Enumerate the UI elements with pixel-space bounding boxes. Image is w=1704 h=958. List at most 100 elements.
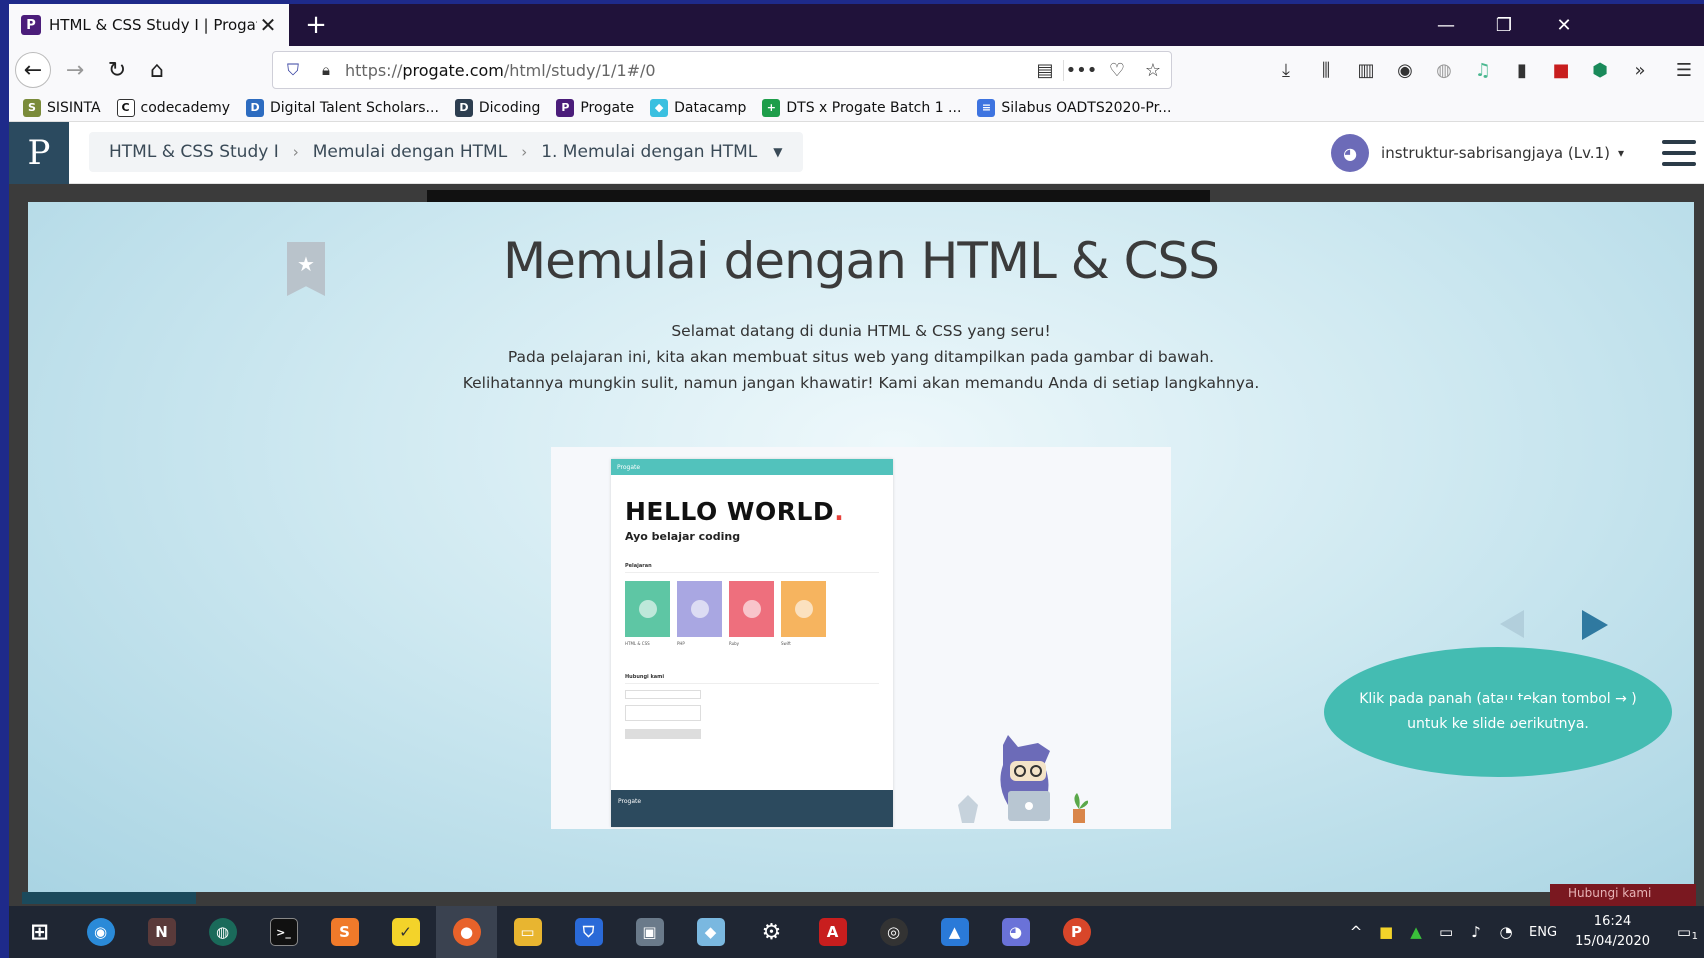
url-text[interactable]: https://progate.com/html/study/1/1#/0 <box>339 61 1027 80</box>
tab-strip: P HTML & CSS Study I | Progate - ✕ + — ❐… <box>9 4 1704 46</box>
language-indicator[interactable]: ENG <box>1529 925 1557 940</box>
breadcrumb-lesson[interactable]: 1. Memulai dengan HTML <box>541 142 757 162</box>
extension-icon[interactable]: ▮ <box>1507 56 1537 84</box>
sidebar-icon[interactable]: ▥ <box>1351 56 1381 84</box>
library-icon[interactable]: ⫼ <box>1311 56 1341 84</box>
hint-speech-bubble: Klik pada panah (atau tekan tombol → ) un… <box>1324 647 1672 777</box>
download-icon[interactable]: ⤓ <box>1271 56 1301 84</box>
bookmark-star-icon[interactable]: ☆ <box>1135 60 1171 81</box>
navigation-toolbar: ← → ↻ ⌂ ⛉ 🔒︎ https://progate.com/html/st… <box>9 46 1704 94</box>
photos-icon[interactable]: ▲ <box>924 906 985 958</box>
battery-icon[interactable]: ▭ <box>1431 923 1461 941</box>
contact-us-button[interactable]: Hubungi kami <box>1550 884 1696 906</box>
sticky-notes-icon[interactable]: ✓ <box>375 906 436 958</box>
mock-cards <box>625 581 893 637</box>
breadcrumb-course[interactable]: HTML & CSS Study I <box>109 142 279 162</box>
chevron-up-icon[interactable]: ^ <box>1341 923 1371 941</box>
breadcrumb: HTML & CSS Study I › Memulai dengan HTML… <box>89 132 803 172</box>
browser-tab-progate[interactable]: P HTML & CSS Study I | Progate - ✕ <box>9 4 289 46</box>
website-preview-image: Progate HELLO WORLD. Ayo belajar coding … <box>551 447 1171 829</box>
acrobat-icon[interactable]: A <box>802 906 863 958</box>
back-button[interactable]: ← <box>15 52 51 88</box>
mock-section-contact: Hubungi kami <box>625 674 879 684</box>
account-icon[interactable]: ◉ <box>1390 56 1420 84</box>
clock[interactable]: 16:24 15/04/2020 <box>1575 912 1650 952</box>
bookmark-dts-progate[interactable]: + DTS x Progate Batch 1 ... <box>762 98 961 117</box>
powerpoint-icon[interactable]: P <box>1046 906 1107 958</box>
restore-icon[interactable]: ❐ <box>1475 4 1533 46</box>
volume-icon[interactable]: ♪ <box>1461 923 1491 941</box>
home-button[interactable]: ⌂ <box>139 52 175 88</box>
page-actions-icon[interactable]: ••• <box>1063 59 1099 81</box>
start-icon[interactable]: ⊞ <box>9 906 70 958</box>
sublime-icon[interactable]: S <box>314 906 375 958</box>
bookmark-sisinta[interactable]: S SISINTA <box>23 98 101 117</box>
bookmark-digital-talent[interactable]: D Digital Talent Scholars... <box>246 98 439 117</box>
mock-card-html <box>625 581 670 637</box>
mock-website: Progate HELLO WORLD. Ayo belajar coding … <box>611 459 893 827</box>
gitkraken-icon[interactable]: ◍ <box>192 906 253 958</box>
discord-icon[interactable]: ◕ <box>985 906 1046 958</box>
codecademy-icon: C <box>116 98 135 117</box>
url-bar[interactable]: ⛉ 🔒︎ https://progate.com/html/study/1/1#… <box>272 51 1172 89</box>
firefox-icon[interactable]: ● <box>436 906 497 958</box>
mock-footer: Progate <box>611 790 893 827</box>
user-menu[interactable]: ◕ instruktur-sabrisangjaya (Lv.1) ▾ <box>1331 134 1624 172</box>
hamburger-menu-icon[interactable] <box>1662 140 1696 166</box>
new-tab-button[interactable]: + <box>299 8 333 42</box>
bookmark-datacamp[interactable]: ◆ Datacamp <box>650 98 746 117</box>
globe-icon[interactable]: ◍ <box>1429 56 1459 84</box>
app-blue-icon[interactable]: ◆ <box>680 906 741 958</box>
mock-nav: Progate <box>611 459 893 475</box>
forward-button[interactable]: → <box>57 52 93 88</box>
bookmark-silabus[interactable]: ≡ Silabus OADTS2020-Pr... <box>977 98 1171 117</box>
network-icon[interactable]: ◔ <box>1491 923 1521 941</box>
reader-view-icon[interactable]: ▤ <box>1027 60 1063 81</box>
tracking-shield-icon[interactable]: ⛉ <box>273 60 313 80</box>
minimize-icon[interactable]: — <box>1417 4 1475 46</box>
menu-icon[interactable]: ☰ <box>1669 56 1699 84</box>
music-icon[interactable]: ♫ <box>1468 56 1498 84</box>
close-tab-icon[interactable]: ✕ <box>257 13 279 37</box>
bookmark-codecademy[interactable]: Ccodecademy <box>116 98 230 117</box>
file-explorer-icon[interactable]: ▭ <box>497 906 558 958</box>
bookmark-progate[interactable]: P Progate <box>556 98 634 117</box>
lock-icon[interactable]: 🔒︎ <box>313 61 339 79</box>
slide-progress-bar <box>427 190 1210 202</box>
breadcrumb-chapter[interactable]: Memulai dengan HTML <box>313 142 507 162</box>
progate-logo-icon[interactable]: P <box>9 122 69 184</box>
obs-icon[interactable]: ◎ <box>863 906 924 958</box>
user-name: instruktur-sabrisangjaya (Lv.1) <box>1381 144 1610 162</box>
bookmark-dicoding[interactable]: D Dicoding <box>454 98 540 117</box>
tab-title: HTML & CSS Study I | Progate - <box>49 16 257 34</box>
chevron-right-icon: › <box>521 143 528 161</box>
mock-card-ruby <box>729 581 774 637</box>
windows-security-icon[interactable]: ⛉ <box>558 906 619 958</box>
window-close-icon[interactable]: ✕ <box>1533 4 1595 46</box>
nox-icon[interactable]: N <box>131 906 192 958</box>
wifi-app-icon[interactable]: ◉ <box>70 906 131 958</box>
dts-icon: D <box>246 98 265 117</box>
terminal-icon[interactable]: >_ <box>253 906 314 958</box>
mock-subtitle: Ayo belajar coding <box>625 530 741 543</box>
mock-button <box>625 729 701 739</box>
chevron-down-icon[interactable]: ▼ <box>773 145 782 159</box>
pdf-icon[interactable]: ■ <box>1546 56 1576 84</box>
shield-ext-icon[interactable]: ⬢ <box>1585 56 1615 84</box>
google-drive-icon[interactable]: ▲ <box>1401 923 1431 941</box>
overflow-icon[interactable]: » <box>1625 56 1655 84</box>
ninja-mascot-icon <box>958 735 1088 823</box>
prev-slide-arrow-icon[interactable] <box>1500 610 1524 638</box>
pocket-icon[interactable]: ♡ <box>1099 60 1135 81</box>
datacamp-icon: ◆ <box>650 98 669 117</box>
dicoding-icon: D <box>454 98 473 117</box>
reload-button[interactable]: ↻ <box>99 52 135 88</box>
tray-notes-icon[interactable]: ■ <box>1371 923 1401 941</box>
progate-icon: P <box>556 98 575 117</box>
next-slide-arrow-icon[interactable] <box>1582 610 1608 640</box>
sheets-icon: + <box>762 98 781 117</box>
mock-card-swift <box>781 581 826 637</box>
remote-desktop-icon[interactable]: ▣ <box>619 906 680 958</box>
settings-icon[interactable]: ⚙ <box>741 906 802 958</box>
notifications-icon[interactable]: ▭ 1 <box>1664 923 1704 942</box>
